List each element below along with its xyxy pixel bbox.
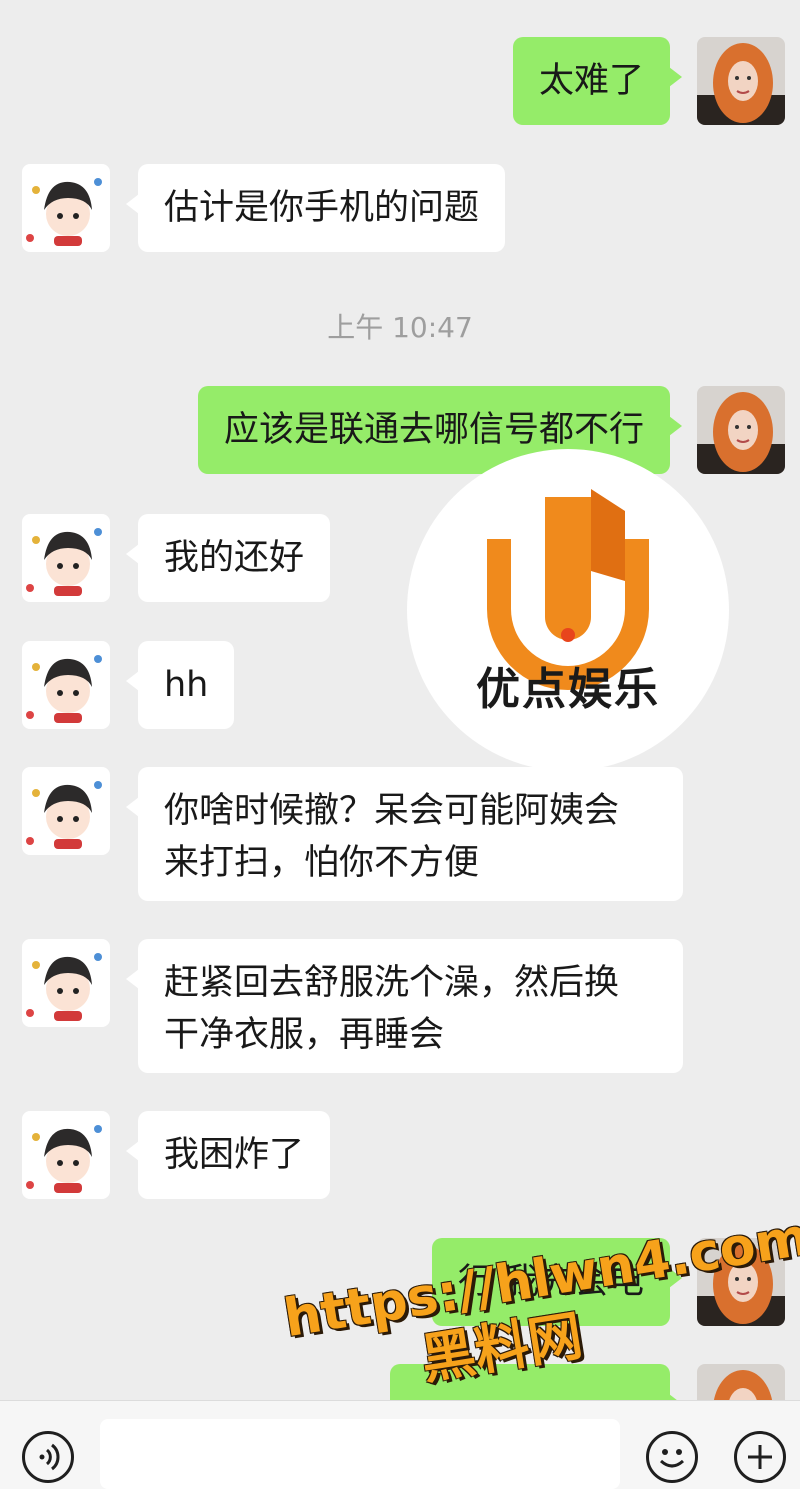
voice-icon[interactable]	[22, 1431, 74, 1483]
logo-watermark: 优点娱乐	[407, 449, 729, 771]
my-avatar[interactable]	[697, 37, 785, 125]
logo-u-icon	[487, 489, 649, 690]
emoji-icon[interactable]	[646, 1431, 698, 1483]
message-input[interactable]	[100, 1419, 620, 1489]
contact-avatar[interactable]	[22, 1111, 110, 1199]
message-bubble-received[interactable]: 你啥时候撤？呆会可能阿姨会 来打扫，怕你不方便	[126, 767, 683, 901]
contact-avatar[interactable]	[22, 514, 110, 602]
message-bubble-received[interactable]: 我的还好	[125, 514, 331, 602]
plus-icon[interactable]	[734, 1431, 786, 1483]
message-bubble-sent[interactable]: 太难了	[512, 37, 683, 125]
contact-avatar[interactable]	[22, 164, 110, 252]
logo-text: 优点娱乐	[476, 664, 660, 715]
message-bubble-received[interactable]: 我困炸了	[125, 1111, 331, 1199]
message-bubble-received[interactable]: 估计是你手机的问题	[125, 164, 506, 252]
contact-avatar[interactable]	[22, 767, 110, 855]
contact-avatar[interactable]	[22, 641, 110, 729]
input-bar	[0, 1400, 800, 1489]
message-bubble-received[interactable]: 赶紧回去舒服洗个澡，然后换 干净衣服，再睡会	[126, 939, 683, 1073]
chat-area: 太难了 估计是你手机的问题 上午 10:47 应该是联通去哪信号都不行 我的还好…	[0, 0, 800, 1400]
message-timestamp: 上午 10:47	[327, 311, 473, 344]
message-bubble-received[interactable]: hh	[125, 641, 235, 729]
contact-avatar[interactable]	[22, 939, 110, 1027]
